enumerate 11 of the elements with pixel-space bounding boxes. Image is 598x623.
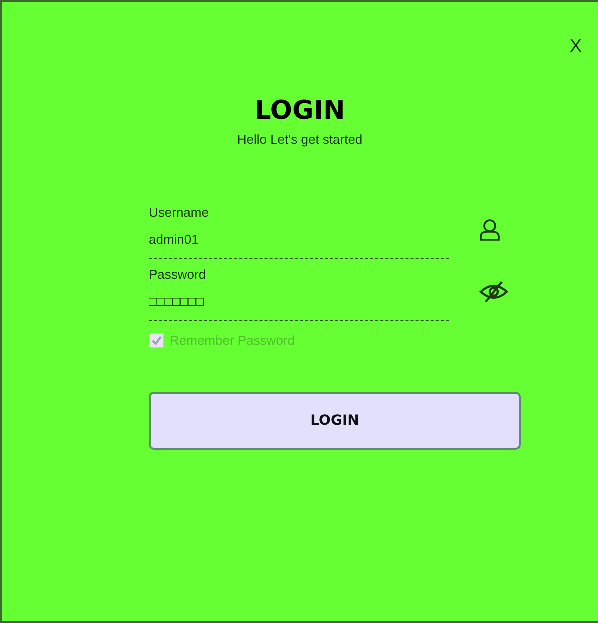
login-button[interactable]: LOGIN [149,392,521,450]
remember-label: Remember Password [170,333,295,348]
field-label: Password [149,267,208,282]
subtitle: Hello Let's get started [237,132,363,147]
field-label: Username [149,205,210,220]
user-icon [479,219,501,241]
dialog-title: LOGIN [254,96,346,126]
close-button[interactable]: X [566,32,586,60]
input-field[interactable]: □□□□□□□ [149,284,449,321]
eye-slash-icon[interactable] [479,281,509,303]
input-field[interactable]: admin01 [149,222,449,259]
